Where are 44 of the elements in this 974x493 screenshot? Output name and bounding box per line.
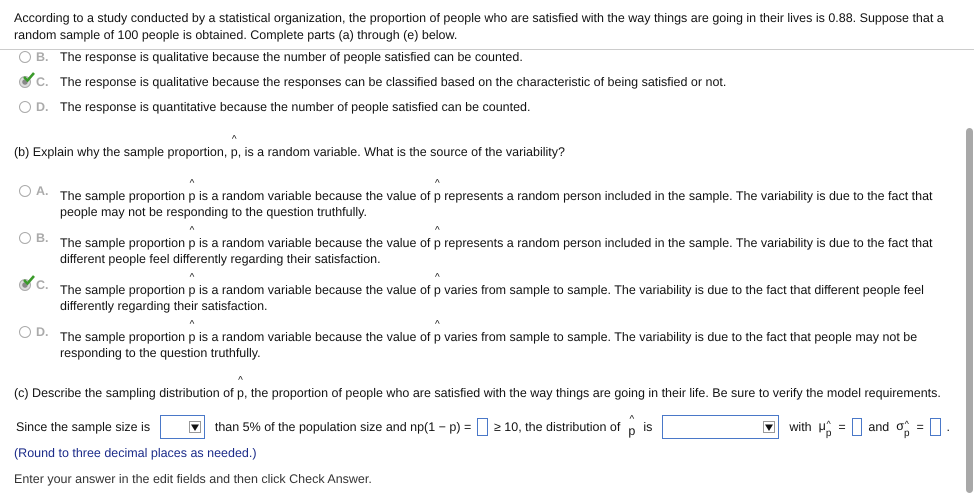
radio-button[interactable] (19, 101, 31, 113)
option-text: The sample proportion ^ p is a random variable because the value of ^ p varies from sample to sample. The variability is due to the fact that people may not be responding to the question truthfully. (60, 321, 918, 361)
answer-text: = (838, 419, 846, 435)
question-text: (b) Explain why the sample proportion, ^ p, is a random variable. What is the source of the variability? (14, 136, 566, 160)
radio-button[interactable] (19, 232, 31, 244)
answer-text: = (916, 419, 924, 435)
option-text: The response is qualitative because the responses can be classified based on the characteristic of being satisfied or not. (60, 74, 728, 91)
checkmark-icon (23, 72, 35, 82)
answer-text: with (789, 419, 812, 435)
option-text: The response is qualitative because the number of people satisfied can be counted. (60, 49, 524, 66)
answer-text: is (643, 419, 652, 435)
caret-icon (763, 421, 776, 433)
question-text: According to a study conducted by a statistical organization, the proportion of people who are satisfied with the way things are going in their lives is 0.88. Suppose that a random sample of 100 people is obtained. Complete parts (a) through (e) below. (0, 0, 974, 50)
dropdown-field[interactable] (160, 415, 205, 439)
checkmark-icon (23, 275, 35, 285)
answer-box[interactable] (852, 418, 862, 436)
radio-button[interactable] (19, 51, 31, 63)
option-text: The sample proportion ^ p is a random variable because the value of ^ p represents a random person included in the sample. The variability is due to the fact that people may not be responding to the question truthfully. (60, 180, 934, 220)
answer-box[interactable] (930, 418, 941, 436)
answer-text: Since the sample size is (16, 419, 150, 435)
option-text: The sample proportion ^ p is a random variable because the value of ^ p varies from sample to sample. The variability is due to the fact that different people feel differently regarding their satisfaction. (60, 274, 925, 314)
option-letter: B. (36, 230, 50, 246)
answer-box[interactable] (477, 418, 488, 436)
answer-text: . (946, 419, 950, 435)
scrollbar-thumb[interactable] (966, 128, 973, 493)
answer-text: ≥ 10, the distribution of (494, 419, 620, 435)
question-text: (c) Describe the sampling distribution of ^ p, the proportion of people who are satisfied with the way things are going in their life. Be sure to verify the model requirements. (14, 377, 942, 401)
hint-text: (Round to three decimal places as needed.) (14, 445, 258, 461)
answer-text: than 5% of the population size and np(1 − p) = (214, 419, 472, 435)
option-text: The response is quantitative because the number of people satisfied can be counted. (60, 99, 532, 116)
dropdown-field[interactable] (662, 415, 780, 439)
radio-button[interactable] (19, 326, 31, 338)
radio-button[interactable] (19, 185, 31, 197)
p-hat-symbol: ^ p (628, 415, 636, 439)
option-letter: B. (36, 49, 50, 66)
option-letter: D. (36, 99, 50, 116)
option-text: The sample proportion ^ p is a random variable because the value of ^ p represents a random person included in the sample. The variability is due to the fact that different people feel differently regarding their satisfaction. (60, 227, 934, 267)
option-letter: C. (36, 277, 50, 293)
option-letter: D. (36, 324, 50, 340)
option-letter: A. (36, 183, 50, 199)
answer-text: and (868, 419, 890, 435)
caret-icon (188, 421, 201, 433)
option-letter: C. (36, 74, 50, 91)
instruction-text: Enter your answer in the edit fields and then click Check Answer. (14, 471, 373, 487)
